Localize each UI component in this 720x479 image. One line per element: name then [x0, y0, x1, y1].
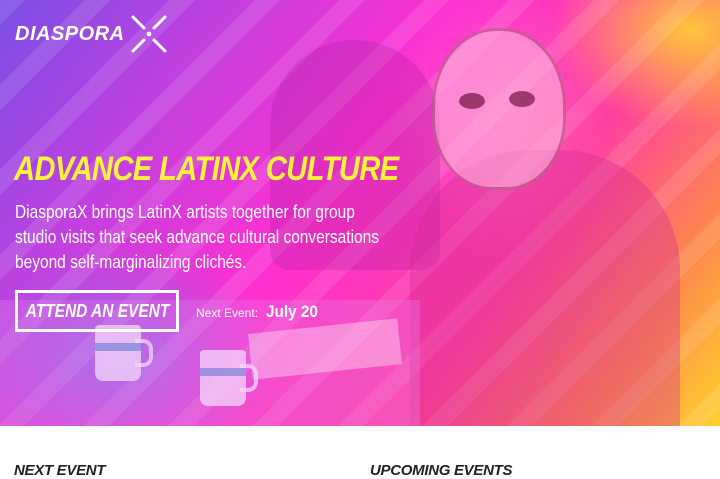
next-event-date: July 20: [266, 302, 319, 321]
next-event-heading: NEXT EVENT: [14, 462, 106, 479]
logo-wordmark: DIASPORA: [15, 22, 125, 45]
attend-event-button[interactable]: ATTEND AN EVENT: [15, 290, 179, 332]
attend-event-button-label: ATTEND AN EVENT: [25, 300, 169, 321]
upcoming-events-heading: UPCOMING EVENTS: [370, 462, 513, 479]
hero-photo-wrestling-mask: [432, 28, 566, 190]
hero-photo-masked-figure: [410, 150, 680, 426]
next-event-info: Next Event: July 20: [196, 302, 324, 322]
hero-headline: ADVANCE LATINX CULTURE: [14, 150, 399, 188]
next-event-label: Next Event:: [196, 306, 259, 320]
x-mark-icon: [131, 15, 167, 53]
site-logo[interactable]: DIASPORA: [15, 14, 169, 54]
hero-photo-mug: [200, 350, 258, 406]
hero-photo-mug: [95, 325, 153, 381]
hero-description: DiasporaX brings LatinX artists together…: [15, 202, 379, 272]
